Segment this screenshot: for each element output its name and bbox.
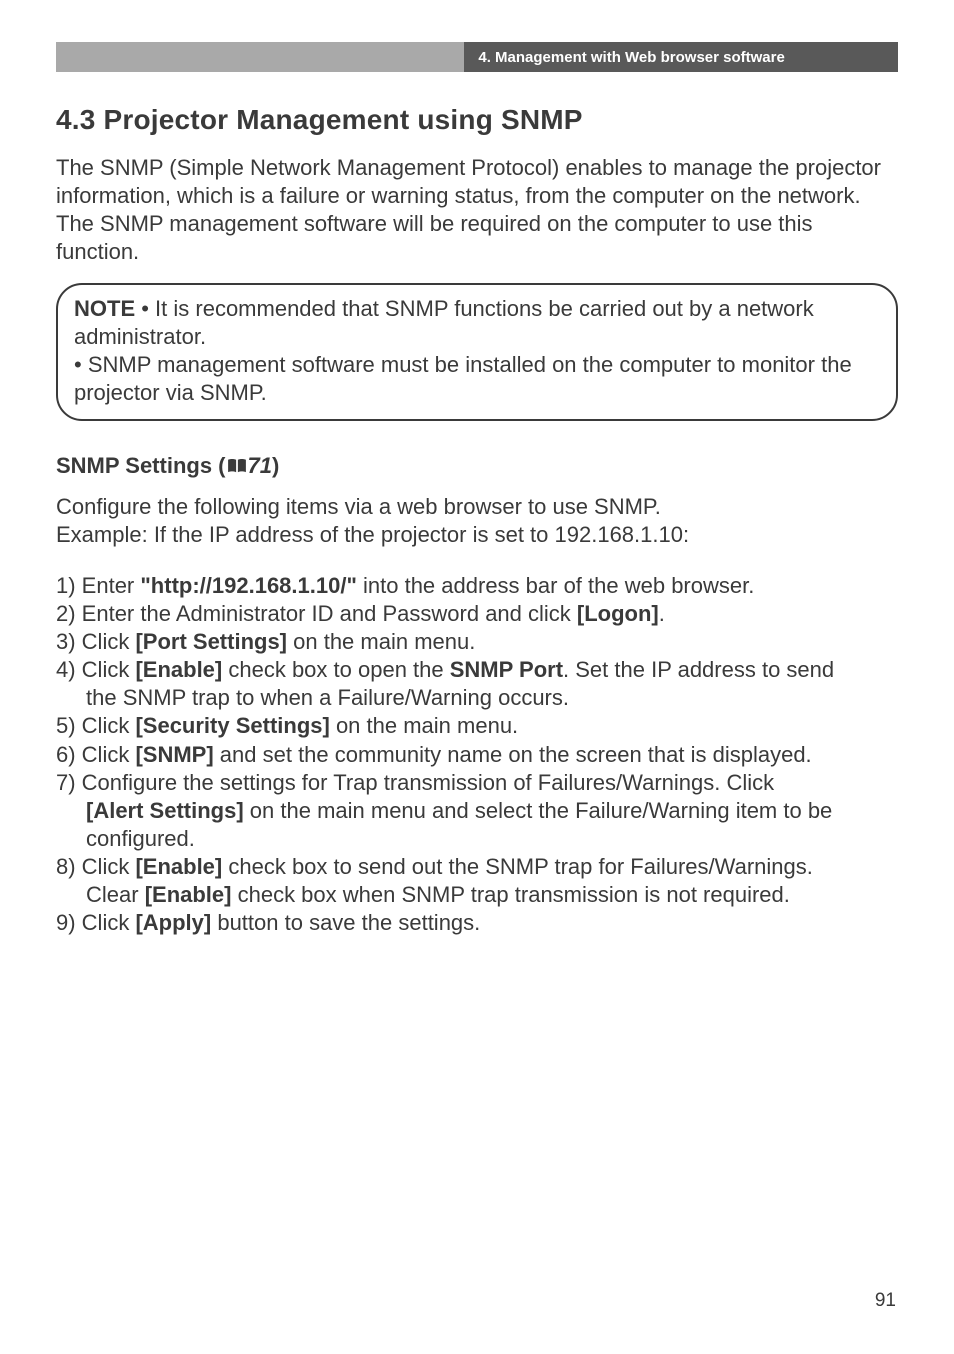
step-2-a: 2) Enter the Administrator ID and Passwo… xyxy=(56,601,577,626)
step-8-c: check box to send out the SNMP trap for … xyxy=(222,854,813,879)
step-7-body: 7) Configure the settings for Trap trans… xyxy=(56,769,898,797)
step-7-b: [Alert Settings] xyxy=(86,798,244,823)
note-box: NOTE • It is recommended that SNMP funct… xyxy=(56,283,898,422)
step-4-b: [Enable] xyxy=(135,657,222,682)
step-7-a: 7) Configure the settings for Trap trans… xyxy=(56,770,774,795)
snmp-settings-heading: SNMP Settings ( 71) xyxy=(56,453,898,479)
step-5-body: 5) Click [Security Settings] on the main… xyxy=(56,712,898,740)
step-9-c: button to save the settings. xyxy=(211,910,480,935)
step-5-c: on the main menu. xyxy=(330,713,518,738)
step-1-body: 1) Enter "http://192.168.1.10/" into the… xyxy=(56,572,898,600)
step-1-b: "http://192.168.1.10/" xyxy=(140,573,357,598)
step-4-cont: the SNMP trap to when a Failure/Warning … xyxy=(56,684,898,712)
header-bar-right: 4. Management with Web browser software xyxy=(464,42,898,72)
step-8-f: check box when SNMP trap transmission is… xyxy=(231,882,789,907)
step-9-body: 9) Click [Apply] button to save the sett… xyxy=(56,909,898,937)
note-label: NOTE xyxy=(74,296,135,321)
step-4-body: 4) Click [Enable] check box to open the … xyxy=(56,656,898,684)
step-7-cont1: [Alert Settings] on the main menu and se… xyxy=(56,797,898,825)
step-3-a: 3) Click xyxy=(56,629,135,654)
step-2-c: . xyxy=(659,601,665,626)
step-2: 2) Enter the Administrator ID and Passwo… xyxy=(56,600,898,628)
heading-ref: 71 xyxy=(248,453,272,478)
heading-prefix: SNMP Settings ( xyxy=(56,453,226,478)
page-content: 4.3 Projector Management using SNMP The … xyxy=(56,104,898,938)
step-2-b: [Logon] xyxy=(577,601,659,626)
step-4-d: SNMP Port xyxy=(450,657,563,682)
step-5-a: 5) Click xyxy=(56,713,135,738)
step-3-body: 3) Click [Port Settings] on the main men… xyxy=(56,628,898,656)
step-9-b: [Apply] xyxy=(135,910,211,935)
step-3: 3) Click [Port Settings] on the main men… xyxy=(56,628,898,656)
step-5-b: [Security Settings] xyxy=(135,713,329,738)
page-number: 91 xyxy=(875,1290,896,1312)
step-6-a: 6) Click xyxy=(56,742,135,767)
step-8-d: Clear xyxy=(86,882,145,907)
configure-text: Configure the following items via a web … xyxy=(56,493,898,549)
note-line-1: NOTE • It is recommended that SNMP funct… xyxy=(74,295,880,351)
note-text-1: • It is recommended that SNMP functions … xyxy=(74,296,814,349)
step-8-b: [Enable] xyxy=(135,854,222,879)
section-intro: The SNMP (Simple Network Management Prot… xyxy=(56,154,898,267)
step-7-c: on the main menu and select the Failure/… xyxy=(244,798,833,823)
header-bar: 4. Management with Web browser software xyxy=(56,42,898,72)
step-6-b: [SNMP] xyxy=(135,742,213,767)
step-8-a: 8) Click xyxy=(56,854,135,879)
step-1: 1) Enter "http://192.168.1.10/" into the… xyxy=(56,572,898,600)
step-6-body: 6) Click [SNMP] and set the community na… xyxy=(56,741,898,769)
heading-suffix: ) xyxy=(272,453,279,478)
step-4-c: check box to open the xyxy=(222,657,450,682)
step-4: 4) Click [Enable] check box to open the … xyxy=(56,656,898,684)
step-8-e: [Enable] xyxy=(145,882,232,907)
book-icon xyxy=(226,454,248,470)
step-4-e: . Set the IP address to send xyxy=(563,657,834,682)
step-9: 9) Click [Apply] button to save the sett… xyxy=(56,909,898,937)
step-8-body: 8) Click [Enable] check box to send out … xyxy=(56,853,898,881)
step-7-cont2: configured. xyxy=(56,825,898,853)
breadcrumb: 4. Management with Web browser software xyxy=(478,49,784,66)
step-6-c: and set the community name on the screen… xyxy=(214,742,812,767)
step-5: 5) Click [Security Settings] on the main… xyxy=(56,712,898,740)
step-2-body: 2) Enter the Administrator ID and Passwo… xyxy=(56,600,898,628)
step-8: 8) Click [Enable] check box to send out … xyxy=(56,853,898,881)
step-4-a: 4) Click xyxy=(56,657,135,682)
configure-line-1: Configure the following items via a web … xyxy=(56,494,661,519)
step-6: 6) Click [SNMP] and set the community na… xyxy=(56,741,898,769)
note-line-2: • SNMP management software must be insta… xyxy=(74,351,880,407)
step-1-c: into the address bar of the web browser. xyxy=(357,573,754,598)
step-9-a: 9) Click xyxy=(56,910,135,935)
step-7: 7) Configure the settings for Trap trans… xyxy=(56,769,898,797)
header-bar-left xyxy=(56,42,464,72)
step-8-cont: Clear [Enable] check box when SNMP trap … xyxy=(56,881,898,909)
steps-list: 1) Enter "http://192.168.1.10/" into the… xyxy=(56,572,898,938)
configure-line-2: Example: If the IP address of the projec… xyxy=(56,522,689,547)
step-3-b: [Port Settings] xyxy=(135,629,287,654)
step-1-a: 1) Enter xyxy=(56,573,140,598)
section-title: 4.3 Projector Management using SNMP xyxy=(56,104,898,136)
step-3-c: on the main menu. xyxy=(287,629,475,654)
